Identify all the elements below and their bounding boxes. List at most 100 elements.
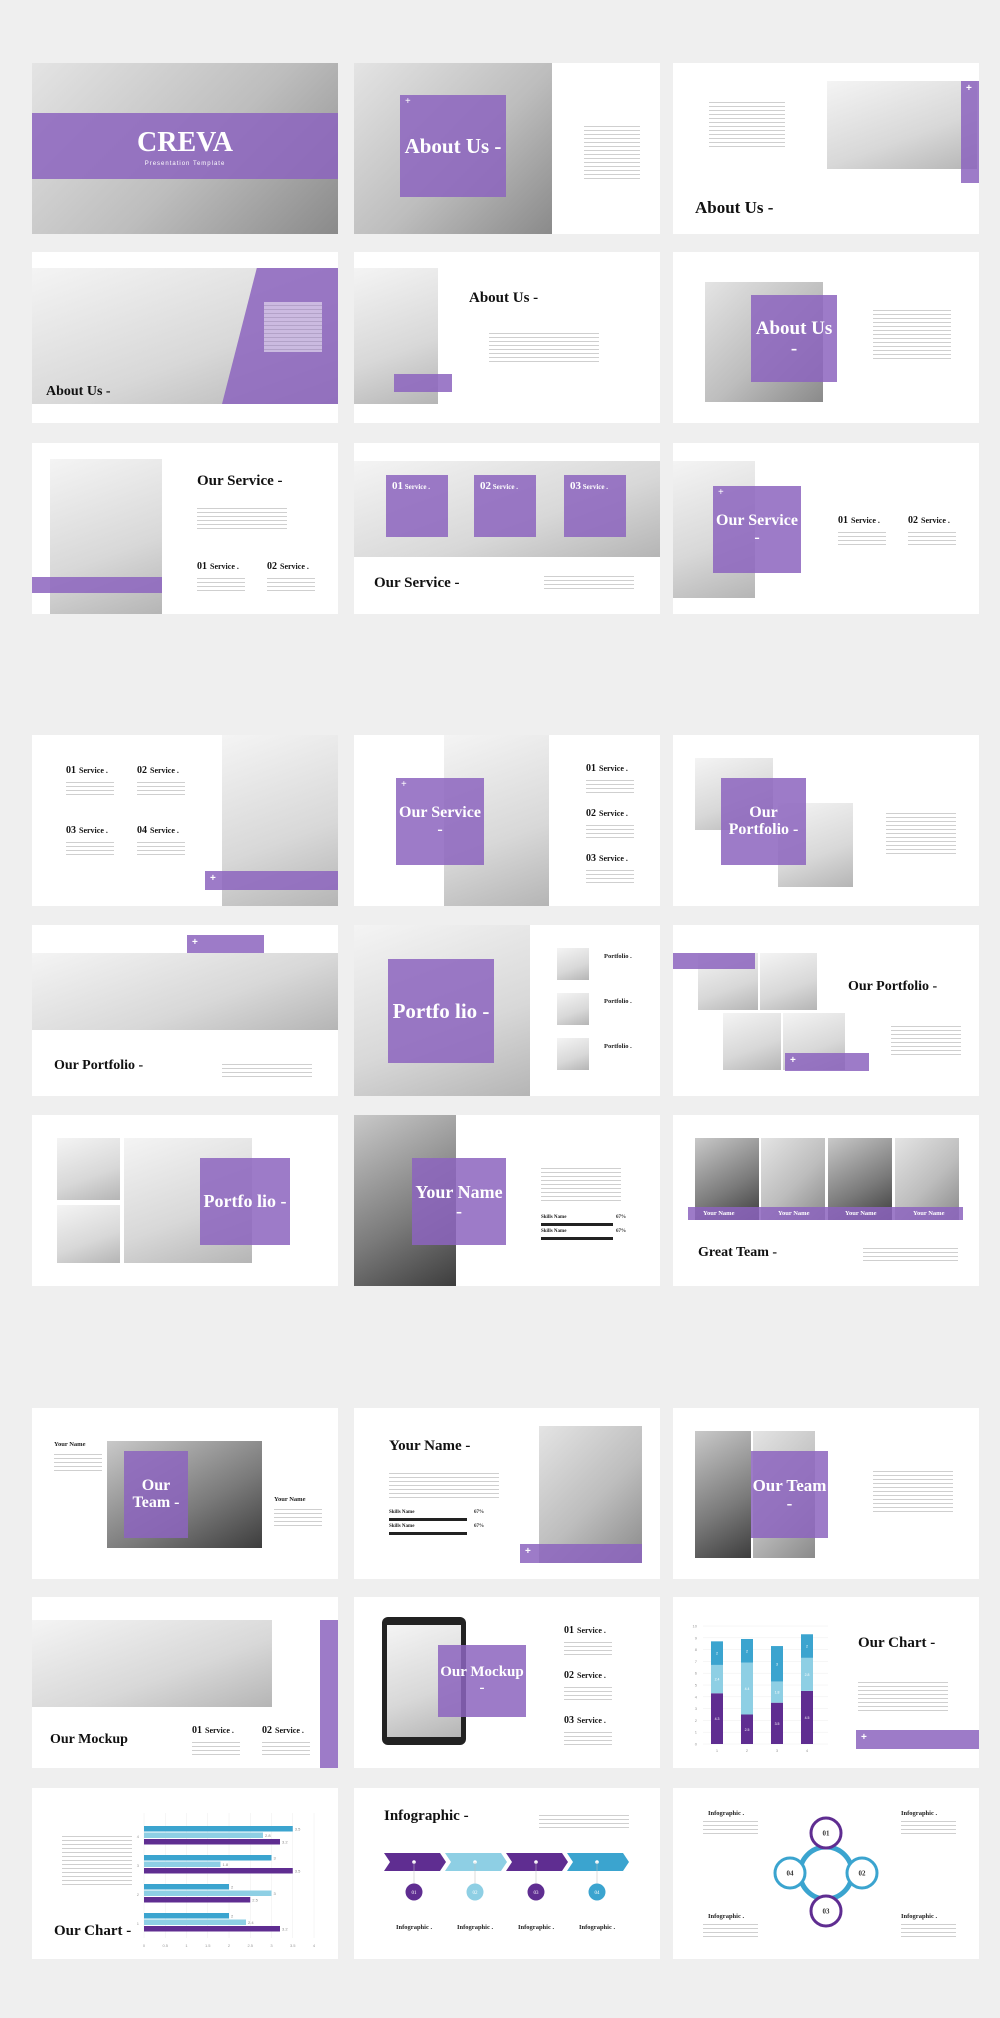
data-label: 4.3 <box>715 1717 720 1721</box>
slide-team-3[interactable]: Our Team - <box>673 1408 979 1579</box>
slide-chart-1[interactable]: 0 1 2 3 4 5 6 7 8 9 10 4.3 2.4 2 1 2.5 4.4 2 2 3.5 1.8 3 3 4.5 2… <box>673 1597 979 1768</box>
service-item: 04 Service . <box>137 825 185 855</box>
slide-title: About Us - <box>755 317 833 359</box>
x-tick-label: 3 <box>270 1943 273 1948</box>
skill-bar <box>389 1532 467 1535</box>
step-number: 03 <box>823 1908 831 1916</box>
title-box: + About Us - <box>400 95 506 197</box>
bar <box>144 1832 263 1838</box>
slide-infographic-1[interactable]: Infographic - 01 02 03 04 Infographic . Inf… <box>354 1788 660 1959</box>
service-item: 01 Service . <box>564 1625 612 1655</box>
thumbnail <box>557 1038 589 1070</box>
slide-infographic-2[interactable]: 01 02 03 04 Infographic . Infographic . Inf… <box>673 1788 979 1959</box>
slide-profile-2[interactable]: Your Name - Skills Name 67% Skills Name … <box>354 1408 660 1579</box>
bar <box>144 1897 251 1903</box>
thumbnail <box>557 993 589 1025</box>
slide-title: About Us - <box>695 198 774 217</box>
slide-title: Our Mockup <box>50 1732 128 1747</box>
slide-about-2[interactable]: + About Us - <box>673 63 979 234</box>
slide-portfolio-4[interactable]: + Our Portfolio - <box>673 925 979 1096</box>
service-item: 02 Service . <box>564 1670 612 1700</box>
placeholder-text-lines <box>54 1451 102 1471</box>
slide-title: Portfo lio - <box>392 998 490 1023</box>
data-label: 2.4 <box>715 1678 720 1682</box>
data-label: 2 <box>231 1914 234 1919</box>
x-tick-label: 1 <box>185 1943 188 1948</box>
slide-title: Our Service - <box>716 511 798 546</box>
center-ring <box>797 1844 855 1902</box>
slide-mockup-2[interactable]: Our Mockup - 01 Service . 02 Service . 03 S… <box>354 1597 660 1768</box>
y-tick-label: 8 <box>695 1647 698 1652</box>
slide-chart-2[interactable]: Our Chart - 0 0.5 1 1.5 2 2.5 3 3.5 4 1 2 2.4 3.2 2 2 3… <box>32 1788 338 1959</box>
slide-about-4[interactable]: About Us - <box>354 252 660 423</box>
slide-portfolio-3[interactable]: Portfo lio - Portfolio . Portfolio . Por… <box>354 925 660 1096</box>
data-label: 3.5 <box>775 1722 780 1726</box>
placeholder-text-lines <box>709 99 785 147</box>
skill-value: 67% <box>616 1215 626 1220</box>
slide-title: Our Team - <box>752 1475 827 1513</box>
service-box: 02 Service . <box>474 475 536 537</box>
slide-team-2[interactable]: Your Name Our Team - Your Name <box>32 1408 338 1579</box>
member-name: Your Name <box>778 1210 810 1217</box>
y-tick-label: 7 <box>695 1659 698 1664</box>
placeholder-text-lines <box>489 330 599 362</box>
slide-service-1[interactable]: Our Service - 01 Service . 02 Service . <box>32 443 338 614</box>
slide-portfolio-5[interactable]: Portfo lio - <box>32 1115 338 1286</box>
slide-profile-1[interactable]: Your Name - Skills Name 67% Skills Name … <box>354 1115 660 1286</box>
bar <box>144 1919 246 1925</box>
caption-band: + <box>856 1730 979 1749</box>
caption-band <box>673 953 755 969</box>
step-label: Infographic . <box>579 1924 616 1931</box>
step-label: Infographic . <box>457 1924 494 1931</box>
service-item: 02 Service . <box>262 1725 310 1755</box>
member-name: Your Name <box>845 1210 877 1217</box>
skill-bar <box>389 1518 467 1521</box>
placeholder-text-lines <box>274 1506 322 1526</box>
data-label: 1.8 <box>775 1691 780 1695</box>
hand-photo <box>57 1138 120 1200</box>
x-tick-label: 0 <box>143 1943 146 1948</box>
slide-service-4[interactable]: 01 Service . 02 Service . 03 Service . 04 Se… <box>32 735 338 906</box>
data-label: 3 <box>776 1662 778 1666</box>
slide-about-5[interactable]: About Us - <box>673 252 979 423</box>
skill-label: Skills Name <box>541 1215 567 1220</box>
bar <box>144 1826 293 1832</box>
y-tick-label: 2 <box>137 1892 140 1897</box>
service-item: 03 Service . <box>586 853 634 883</box>
service-item: 01 Service . <box>192 1725 240 1755</box>
caption-band <box>32 577 162 593</box>
data-label: 4.5 <box>805 1716 810 1720</box>
placeholder-text-lines <box>886 810 956 854</box>
x-tick-label: 2 <box>228 1943 231 1948</box>
slide-about-3[interactable]: About Us - <box>32 252 338 423</box>
placeholder-text-lines <box>703 1818 758 1834</box>
stacked-bar-chart: 0 1 2 3 4 5 6 7 8 9 10 4.3 2.4 2 1 2.5 4.4 2 2 3.5 1.8 3 3 4.5 2… <box>693 1624 828 1753</box>
slide-title: Our Mockup - <box>440 1664 524 1696</box>
slide-title: About Us - <box>46 384 111 399</box>
title-box: + Our Service - <box>713 486 801 573</box>
slide-service-3[interactable]: + Our Service - 01 Service . 02 Service . <box>673 443 979 614</box>
slide-service-2[interactable]: 01 Service . 02 Service . 03 Service . O… <box>354 443 660 614</box>
laptop-mockup-photo <box>32 1620 272 1707</box>
slide-title: Our Team - <box>132 1476 180 1511</box>
slide-mockup-1[interactable]: Our Mockup 01 Service . 02 Service . <box>32 1597 338 1768</box>
slide-about-1[interactable]: + About Us - <box>354 63 660 234</box>
data-label: 3 <box>274 1856 277 1861</box>
step-number: 01 <box>412 1891 418 1896</box>
slide-team-1[interactable]: Your Name Your Name Your Name Your Name … <box>673 1115 979 1286</box>
step-number: 02 <box>859 1870 867 1878</box>
title-box: Our Team - <box>751 1451 828 1538</box>
data-label: 1.8 <box>223 1862 229 1867</box>
step-label: Infographic . <box>518 1924 555 1931</box>
info-label: Infographic . <box>901 1810 938 1817</box>
slide-service-5[interactable]: + Our Service - 01 Service . 02 Service . 0… <box>354 735 660 906</box>
slide-portfolio-2[interactable]: + Our Portfolio - <box>32 925 338 1096</box>
slide-title: Our Portfolio - <box>848 979 938 994</box>
slide-cover[interactable]: CREVA Presentation Template <box>32 63 338 234</box>
slide-title: Infographic - <box>384 1808 469 1824</box>
camera-photo <box>760 953 817 1010</box>
slide-portfolio-1[interactable]: Our Portfolio - <box>673 735 979 906</box>
y-tick-label: 4 <box>695 1694 698 1699</box>
data-label: 3.2 <box>282 1840 288 1845</box>
placeholder-text-lines <box>858 1679 948 1711</box>
